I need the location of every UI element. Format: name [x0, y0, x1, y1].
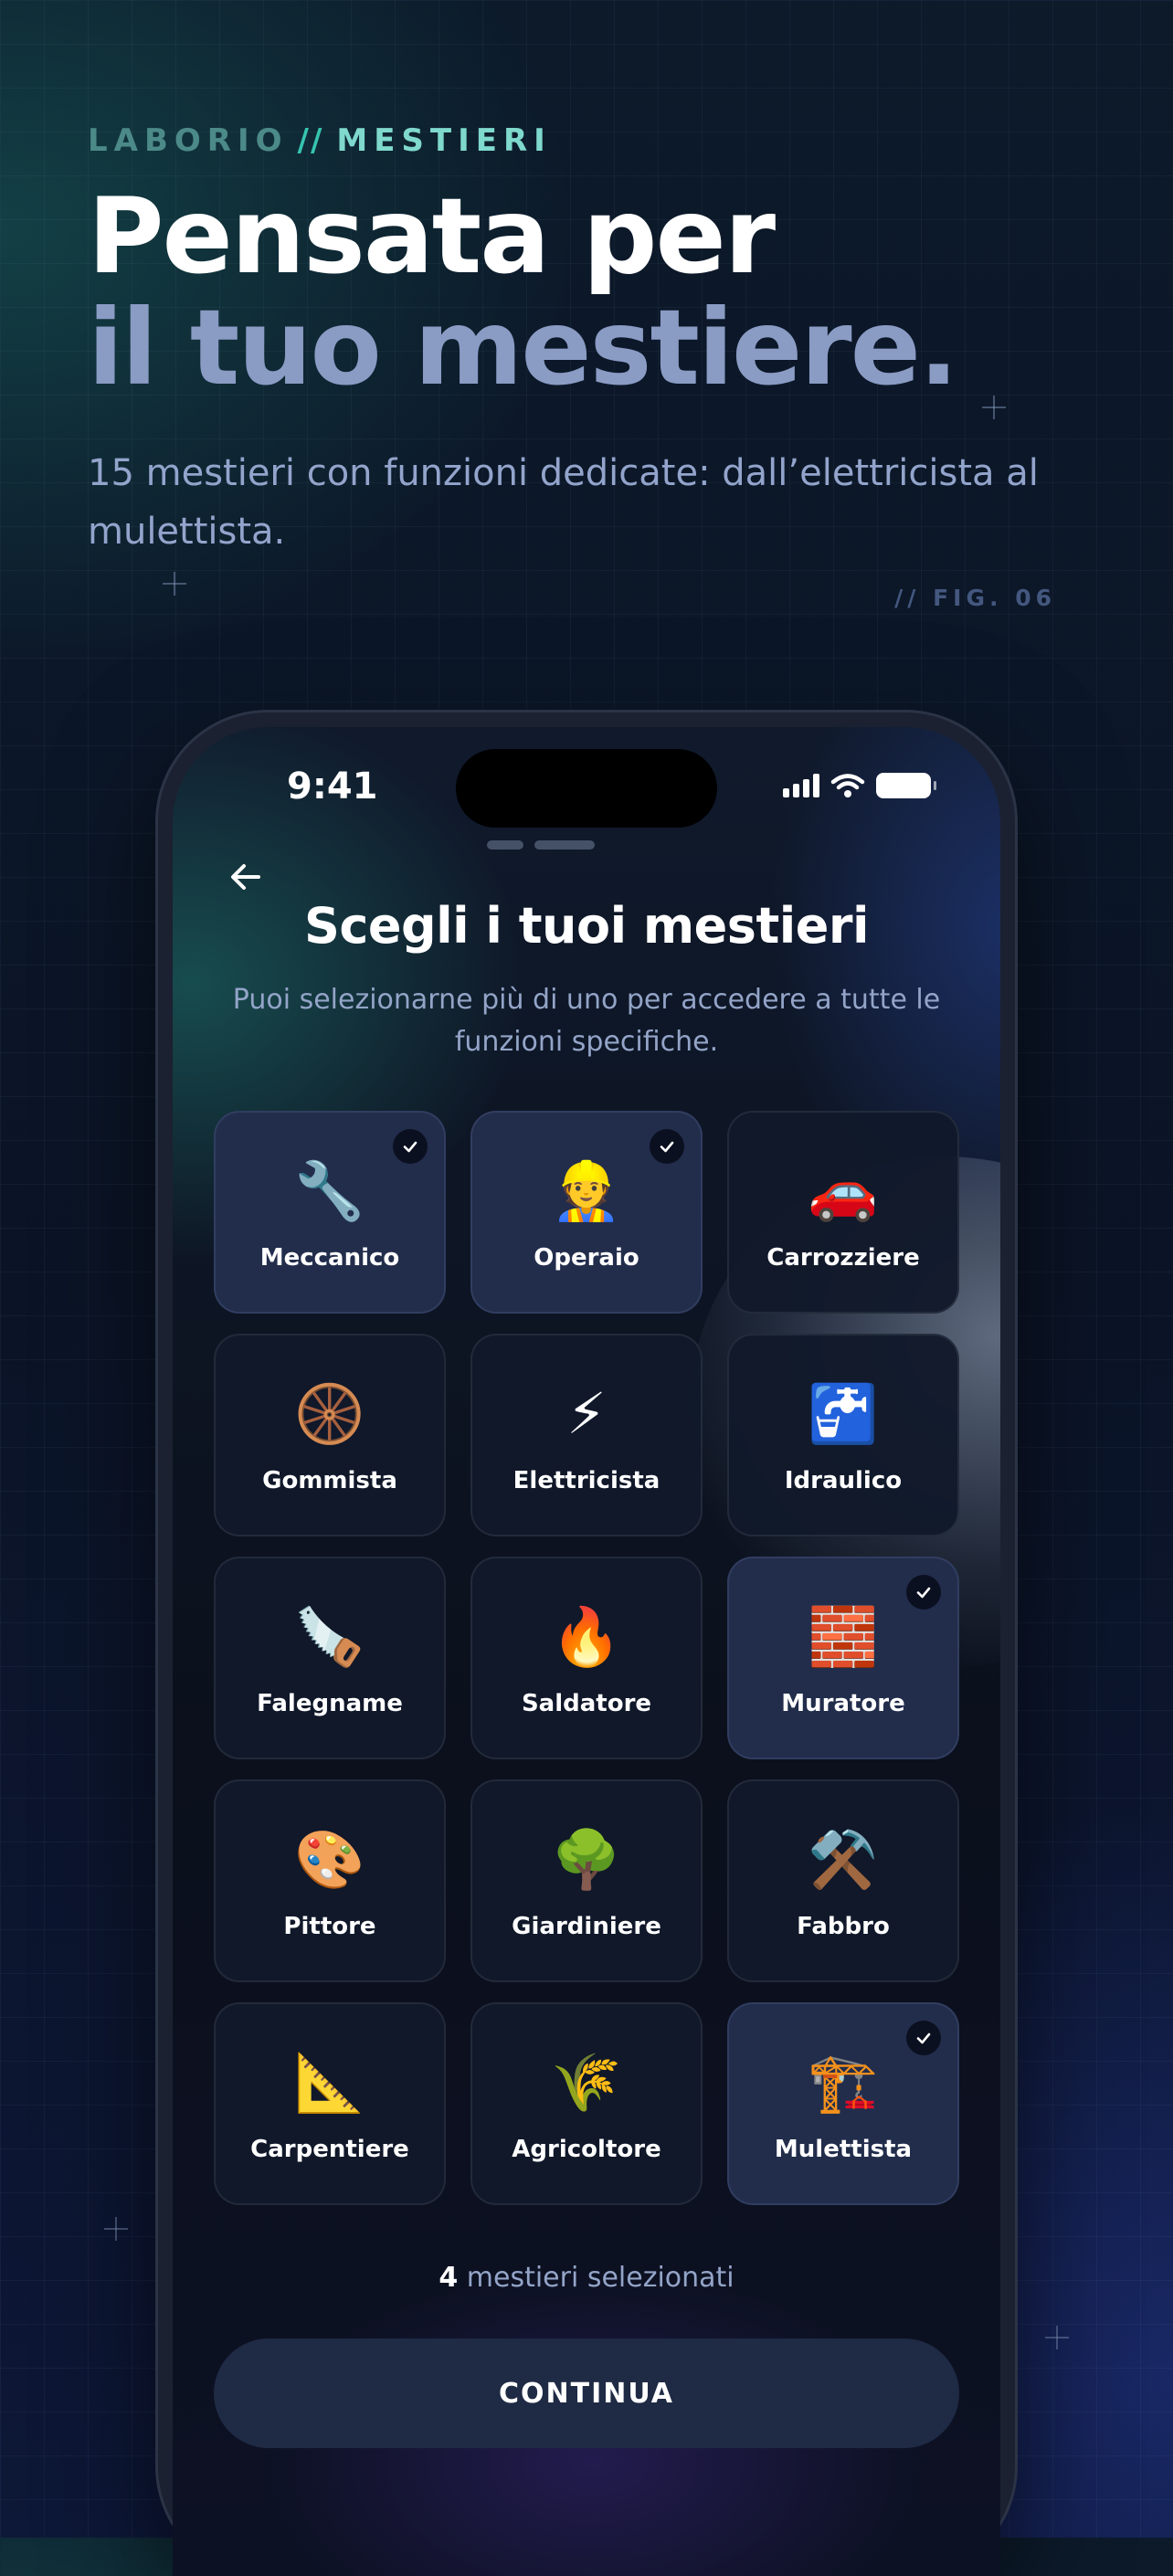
progress-indicator	[487, 840, 595, 850]
trade-label: Elettricista	[513, 1467, 660, 1494]
faucet-icon: 🚰	[808, 1380, 879, 1447]
status-icons	[783, 767, 936, 804]
wheat-icon: 🌾	[551, 2049, 622, 2116]
trade-tile[interactable]: 🪚 Falegname	[214, 1557, 446, 1759]
trade-tile[interactable]: 🧱 Muratore	[727, 1557, 959, 1759]
trade-tile[interactable]: ⚡ Elettricista	[470, 1334, 703, 1536]
plus-decoration	[163, 572, 186, 596]
checkmark-icon	[393, 1129, 428, 1164]
construction-worker-icon: 👷	[551, 1157, 622, 1224]
trade-label: Meccanico	[259, 1244, 400, 1272]
eyebrow: LABORIO// MESTIERI	[88, 122, 552, 159]
eyebrow-brand: LABORIO	[88, 122, 289, 159]
trade-tile[interactable]: 🌾 Agricoltore	[470, 2002, 703, 2205]
trade-label: Falegname	[257, 1690, 403, 1717]
trade-tile[interactable]: 📐 Carpentiere	[214, 2002, 446, 2205]
trade-label: Idraulico	[784, 1467, 903, 1494]
set-square-icon: 📐	[294, 2049, 365, 2116]
trade-tile[interactable]: 🏗️ Mulettista	[727, 2002, 959, 2205]
trade-label: Saldatore	[521, 1690, 652, 1717]
eyebrow-section: MESTIERI	[336, 122, 552, 159]
status-time: 9:41	[287, 765, 378, 808]
checkmark-icon	[650, 1129, 684, 1164]
trade-label: Operaio	[534, 1244, 639, 1272]
trade-tile[interactable]: 🎨 Pittore	[214, 1779, 446, 1982]
trade-label: Gommista	[262, 1467, 397, 1494]
battery-icon	[876, 773, 936, 798]
car-icon: 🚗	[808, 1157, 879, 1224]
phone-screen: 9:41 Scegli i tuoi mestieri Puoi selezio…	[173, 727, 1000, 2576]
hammer-pick-icon: ⚒️	[808, 1826, 879, 1893]
tire-icon: 🛞	[294, 1380, 365, 1447]
back-button[interactable]	[220, 851, 271, 903]
fire-icon: 🔥	[551, 1603, 622, 1670]
trade-grid: 🔧 Meccanico 👷 Operaio 🚗 Carrozziere 🛞 Gommista ⚡…	[214, 1111, 959, 2205]
phone-mockup: 9:41 Scegli i tuoi mestieri Puoi selezio…	[158, 713, 1015, 2576]
figure-label: // FIG. 06	[894, 585, 1056, 611]
trade-label: Muratore	[781, 1690, 905, 1717]
crane-icon: 🏗️	[808, 2049, 879, 2116]
trade-tile[interactable]: 🚗 Carrozziere	[727, 1111, 959, 1314]
continue-button[interactable]: CONTINUA	[214, 2338, 959, 2448]
bricks-icon: 🧱	[808, 1603, 879, 1670]
screen-description: Puoi selezionarne più di uno per acceder…	[232, 984, 941, 1058]
headline: Pensata per il tuo mestiere.	[88, 175, 958, 408]
trade-label: Carrozziere	[766, 1244, 920, 1272]
screen-title: Scegli i tuoi mestieri	[303, 897, 870, 955]
arrow-left-icon	[231, 864, 260, 890]
trade-tile[interactable]: 🛞 Gommista	[214, 1334, 446, 1536]
trade-label: Agricoltore	[512, 2136, 661, 2163]
lightning-icon: ⚡	[566, 1380, 607, 1447]
eyebrow-separator: //	[297, 122, 324, 159]
selection-count-text: mestieri selezionati	[466, 2262, 734, 2294]
trade-tile[interactable]: ⚒️ Fabbro	[727, 1779, 959, 1982]
trade-label: Mulettista	[774, 2136, 913, 2163]
plus-decoration	[982, 396, 1006, 419]
wrench-icon: 🔧	[294, 1157, 365, 1224]
plus-decoration	[1045, 2326, 1069, 2349]
headline-line-2: il tuo mestiere.	[88, 287, 958, 408]
tree-icon: 🌳	[551, 1826, 622, 1893]
saw-icon: 🪚	[294, 1603, 365, 1670]
trade-label: Giardiniere	[512, 1913, 661, 1940]
selection-count-number: 4	[439, 2262, 459, 2294]
trade-label: Carpentiere	[250, 2136, 409, 2163]
trade-tile[interactable]: 🔧 Meccanico	[214, 1111, 446, 1314]
signal-icon	[783, 774, 819, 797]
trade-tile[interactable]: 🌳 Giardiniere	[470, 1779, 703, 1982]
trade-label: Pittore	[283, 1913, 376, 1940]
subtitle: 15 mestieri con funzioni dedicate: dall’…	[88, 452, 1039, 553]
checkmark-icon	[906, 1575, 941, 1610]
trade-label: Fabbro	[797, 1913, 890, 1940]
trade-tile[interactable]: 👷 Operaio	[470, 1111, 703, 1314]
plus-decoration	[104, 2217, 128, 2241]
trade-tile[interactable]: 🚰 Idraulico	[727, 1334, 959, 1536]
trade-tile[interactable]: 🔥 Saldatore	[470, 1557, 703, 1759]
selection-count: 4 mestieri selezionati	[173, 2262, 1000, 2294]
wifi-icon	[830, 774, 865, 797]
checkmark-icon	[906, 2021, 941, 2055]
palette-icon: 🎨	[294, 1826, 365, 1893]
dynamic-island	[456, 749, 717, 828]
headline-line-1: Pensata per	[88, 175, 776, 297]
